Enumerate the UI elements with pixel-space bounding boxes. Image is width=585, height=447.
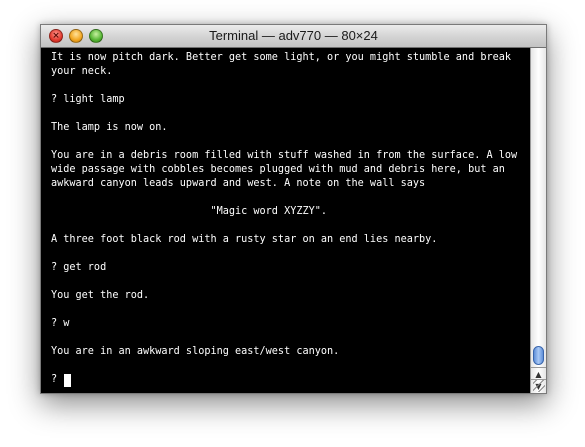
terminal-prompt-line: ? [51,374,64,385]
terminal-line: The lamp is now on. [51,122,168,133]
terminal-line: A three foot black rod with a rusty star… [51,234,438,245]
terminal-line: your neck. [51,66,113,77]
terminal-line: ? get rod [51,262,107,273]
terminal-output[interactable]: It is now pitch dark. Better get some li… [41,48,530,393]
window-title: Terminal — adv770 — 80×24 [209,28,378,43]
terminal-line: "Magic word XYZZY". [51,206,328,217]
terminal-line: awkward canyon leads upward and west. A … [51,178,426,189]
vertical-scrollbar[interactable]: ▲ ▼ [530,48,546,393]
arrow-up-icon: ▲ [535,370,542,379]
title-bar[interactable]: × Terminal — adv770 — 80×24 [41,25,546,48]
terminal-window: × Terminal — adv770 — 80×24 It is now pi… [40,24,547,394]
text-cursor [64,374,71,387]
terminal-line: It is now pitch dark. Better get some li… [51,52,512,63]
terminal-line: You are in an awkward sloping east/west … [51,346,340,357]
terminal-line: wide passage with cobbles becomes plugge… [51,164,505,175]
resize-grip-icon[interactable] [533,380,545,392]
terminal-line: ? light lamp [51,94,125,105]
terminal-line: You get the rod. [51,290,150,301]
terminal-line: You are in a debris room filled with stu… [51,150,518,161]
scroll-thumb[interactable] [533,346,544,365]
terminal-line: ? w [51,318,70,329]
